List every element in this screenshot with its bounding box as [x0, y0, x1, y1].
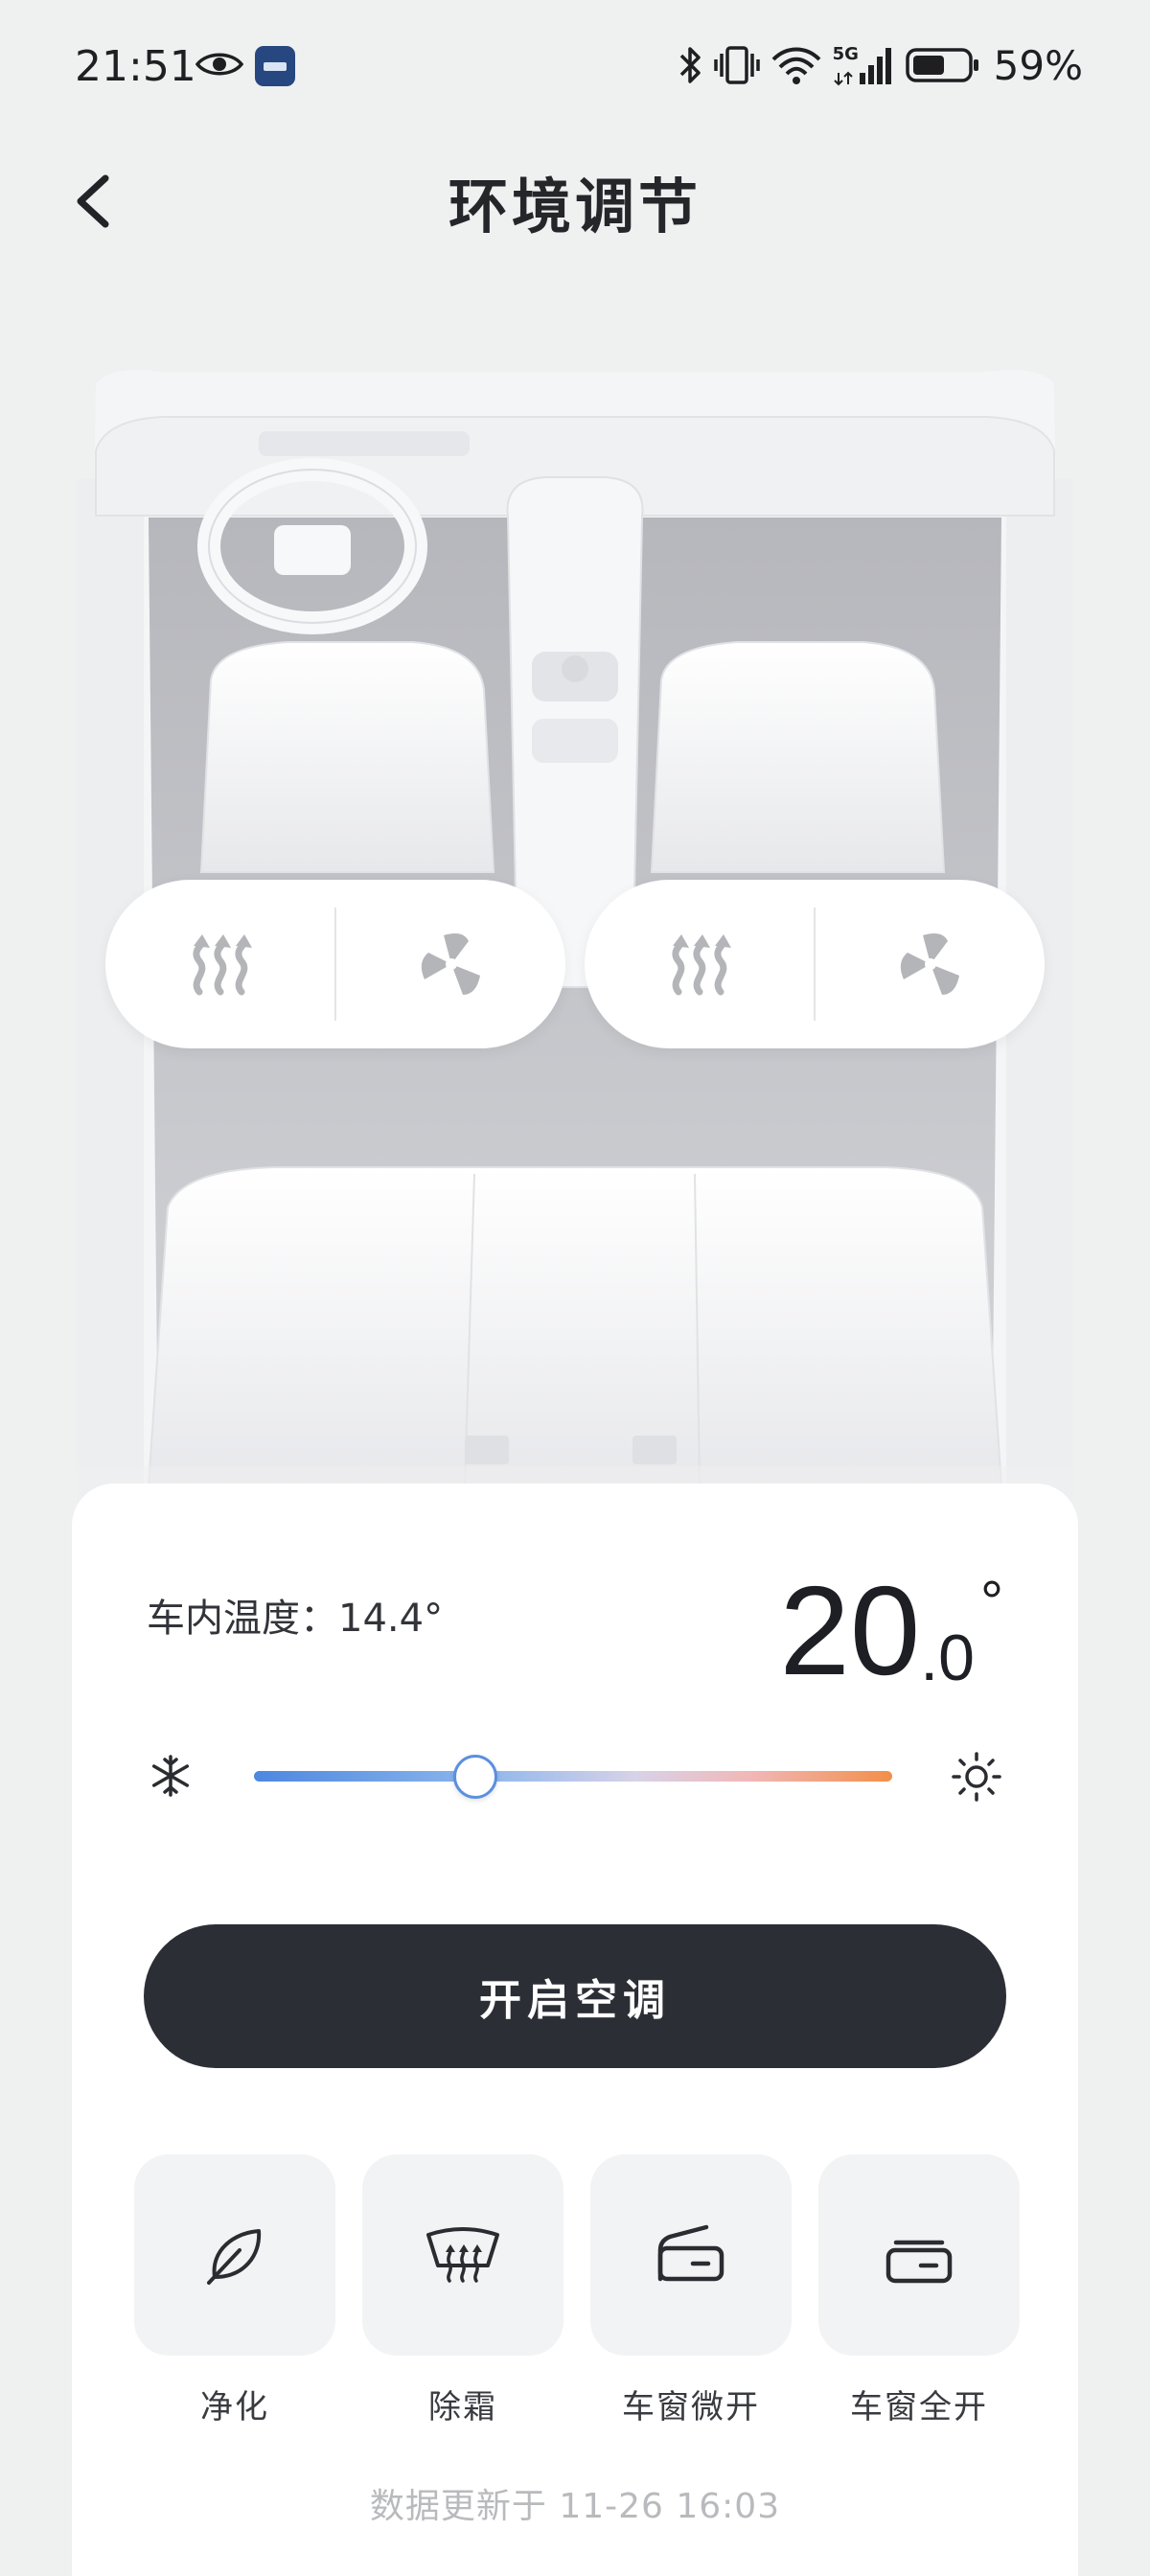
window-partial-open-icon — [657, 2224, 724, 2282]
leaf-icon — [207, 2229, 262, 2285]
sun-icon[interactable] — [952, 1752, 1001, 1802]
snowflake-icon[interactable] — [149, 1754, 193, 1798]
temperature-slider[interactable] — [254, 1755, 892, 1799]
data-update-time: 数据更新于 11-26 16:03 — [369, 2487, 781, 2526]
right-seat-heat-button[interactable] — [585, 880, 814, 1048]
page-title: 环境调节 — [448, 172, 702, 242]
window-full-open-icon — [886, 2240, 953, 2284]
status-icons: 5G 59% — [676, 38, 1083, 92]
quick-actions: 净化 除霜 车窗微开 车窗全开 — [133, 2154, 1021, 2427]
seat-ventilation-icon — [421, 933, 480, 995]
purify-action[interactable]: 净化 — [133, 2154, 336, 2427]
front-right-seat-controls — [585, 880, 1045, 1048]
window-partial-open-button[interactable] — [590, 2154, 792, 2356]
seat-ventilation-icon — [900, 933, 959, 995]
window-full-open-button[interactable] — [818, 2154, 1020, 2356]
seat-heat-icon — [192, 934, 252, 996]
status-bar: 21:51 5G 59% — [0, 0, 1150, 144]
temperature-slider-track[interactable] — [254, 1771, 892, 1782]
vibrate-icon — [713, 46, 760, 84]
defrost-label: 除霜 — [428, 2388, 497, 2426]
cellular-signal-icon: 5G — [833, 44, 896, 86]
bluetooth-icon — [679, 47, 701, 83]
indoor-temperature-value: 14.4° — [338, 1597, 444, 1641]
window-full-open-action[interactable]: 车窗全开 — [817, 2154, 1021, 2427]
window-partial-open-label: 车窗微开 — [622, 2388, 760, 2426]
purify-button[interactable] — [134, 2154, 335, 2356]
status-time: 21:51 — [75, 42, 196, 91]
target-temperature: 20 .0 ° — [779, 1568, 1003, 1694]
eye-icon — [196, 53, 243, 76]
defrost-action[interactable]: 除霜 — [361, 2154, 564, 2427]
defrost-icon — [426, 2227, 499, 2283]
wifi-icon — [771, 47, 821, 84]
window-full-open-label: 车窗全开 — [850, 2388, 988, 2426]
target-temperature-integer: 20 — [779, 1560, 921, 1701]
window-partial-open-action[interactable]: 车窗微开 — [589, 2154, 793, 2427]
climate-panel: 车内温度：14.4° 20 .0 ° 开启空调 净化 除霜 车窗微开 车窗全开 … — [72, 1484, 1078, 2576]
battery-percentage: 59% — [993, 41, 1083, 89]
purify-label: 净化 — [200, 2388, 269, 2426]
turn-on-ac-button[interactable]: 开启空调 — [144, 1924, 1006, 2068]
app-notification-icon — [255, 46, 295, 86]
seat-heat-icon — [671, 934, 731, 996]
indoor-temperature-label: 车内温度： — [147, 1597, 338, 1641]
target-temperature-unit: ° — [980, 1570, 1003, 1634]
temperature-slider-thumb[interactable] — [452, 1755, 497, 1799]
front-left-seat-controls — [105, 880, 565, 1048]
right-seat-vent-button[interactable] — [816, 880, 1045, 1048]
left-seat-vent-button[interactable] — [336, 880, 565, 1048]
left-seat-heat-button[interactable] — [105, 880, 334, 1048]
indoor-temperature: 车内温度：14.4° — [147, 1587, 443, 1643]
defrost-button[interactable] — [362, 2154, 564, 2356]
battery-icon — [905, 48, 978, 82]
target-temperature-decimal: .0 — [920, 1622, 975, 1694]
